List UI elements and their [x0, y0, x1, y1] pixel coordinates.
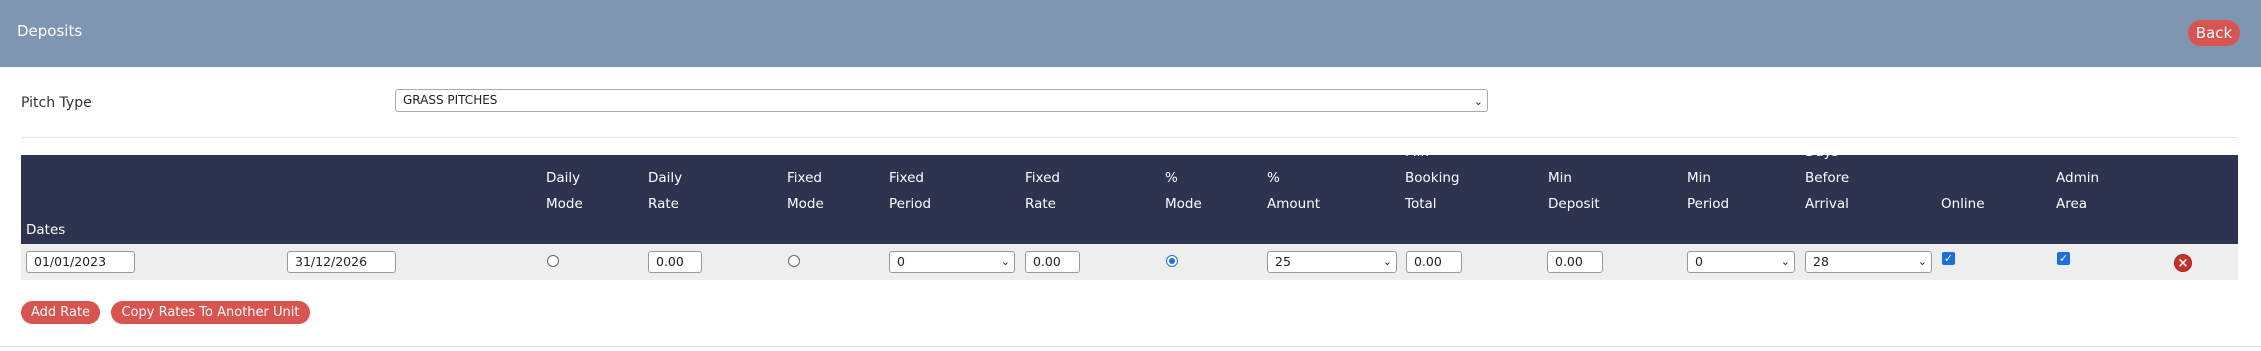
copy-rates-button[interactable]: Copy Rates To Another Unit	[111, 301, 310, 324]
col-pct-mode: % Mode	[1165, 170, 1202, 212]
pct-amount-value: 25	[1275, 254, 1291, 269]
col-min-period: Min Period	[1687, 170, 1730, 212]
min-booking-total-input[interactable]: 0.00	[1406, 251, 1462, 273]
date-to-input[interactable]: 31/12/2026	[287, 251, 396, 273]
days-before-arrival-value: 28	[1813, 254, 1829, 269]
min-period-select[interactable]: 0 ⌄	[1687, 251, 1795, 273]
min-deposit-input[interactable]: 0.00	[1547, 251, 1603, 273]
col-days-before-arrival: Days Before Arrival	[1805, 144, 1850, 212]
chevron-down-icon: ⌄	[1473, 95, 1483, 108]
fixed-period-value: 0	[897, 254, 905, 269]
pct-mode-radio[interactable]	[1166, 255, 1178, 267]
fixed-mode-radio[interactable]	[788, 255, 800, 267]
chevron-down-icon: ⌄	[1382, 255, 1392, 268]
fixed-period-select[interactable]: 0 ⌄	[889, 251, 1015, 273]
col-fixed-period: Fixed Period	[889, 170, 932, 212]
chevron-down-icon: ⌄	[1917, 255, 1927, 268]
col-fixed-mode: Fixed Mode	[787, 170, 824, 212]
page-title: Deposits	[17, 22, 83, 40]
section-divider	[21, 137, 2238, 138]
pitch-type-value: GRASS PITCHES	[403, 93, 498, 107]
page-header: Deposits Back	[0, 0, 2261, 67]
daily-rate-input[interactable]: 0.00	[648, 251, 702, 273]
col-online: Online	[1941, 196, 1985, 212]
admin-area-checkbox[interactable]: ✓	[2057, 252, 2070, 265]
pitch-type-select[interactable]: GRASS PITCHES ⌄	[395, 89, 1488, 112]
add-rate-button[interactable]: Add Rate	[21, 301, 100, 324]
rates-table-header: Dates Daily Mode Daily Rate Fixed Mode Fixe…	[21, 144, 2238, 244]
days-before-arrival-select[interactable]: 28 ⌄	[1805, 251, 1932, 273]
bottom-divider	[0, 346, 2261, 347]
fixed-rate-input[interactable]: 0.00	[1025, 251, 1080, 273]
date-from-input[interactable]: 01/01/2023	[26, 251, 135, 273]
online-checkbox[interactable]: ✓	[1942, 252, 1955, 265]
pct-amount-select[interactable]: 25 ⌄	[1267, 251, 1397, 273]
chevron-down-icon: ⌄	[1000, 255, 1010, 268]
col-pct-amount: % Amount	[1267, 170, 1321, 212]
back-button[interactable]: Back	[2188, 20, 2240, 46]
col-daily-mode: Daily Mode	[546, 170, 583, 212]
col-daily-rate: Daily Rate	[648, 170, 683, 212]
delete-row-icon[interactable]: ×	[2174, 254, 2192, 272]
col-min-deposit: Min Deposit	[1548, 170, 1600, 212]
col-fixed-rate: Fixed Rate	[1025, 170, 1060, 212]
col-dates: Dates	[26, 222, 66, 238]
chevron-down-icon: ⌄	[1780, 255, 1790, 268]
pitch-type-label: Pitch Type	[21, 95, 92, 111]
col-min-booking-total: Min Booking Total	[1405, 144, 1460, 212]
daily-mode-radio[interactable]	[547, 255, 559, 267]
col-admin-area: Admin Area	[2056, 170, 2100, 212]
min-period-value: 0	[1695, 254, 1703, 269]
table-row: 01/01/2023 31/12/2026 0.00 0 ⌄ 0.00 25 ⌄…	[21, 244, 2238, 280]
